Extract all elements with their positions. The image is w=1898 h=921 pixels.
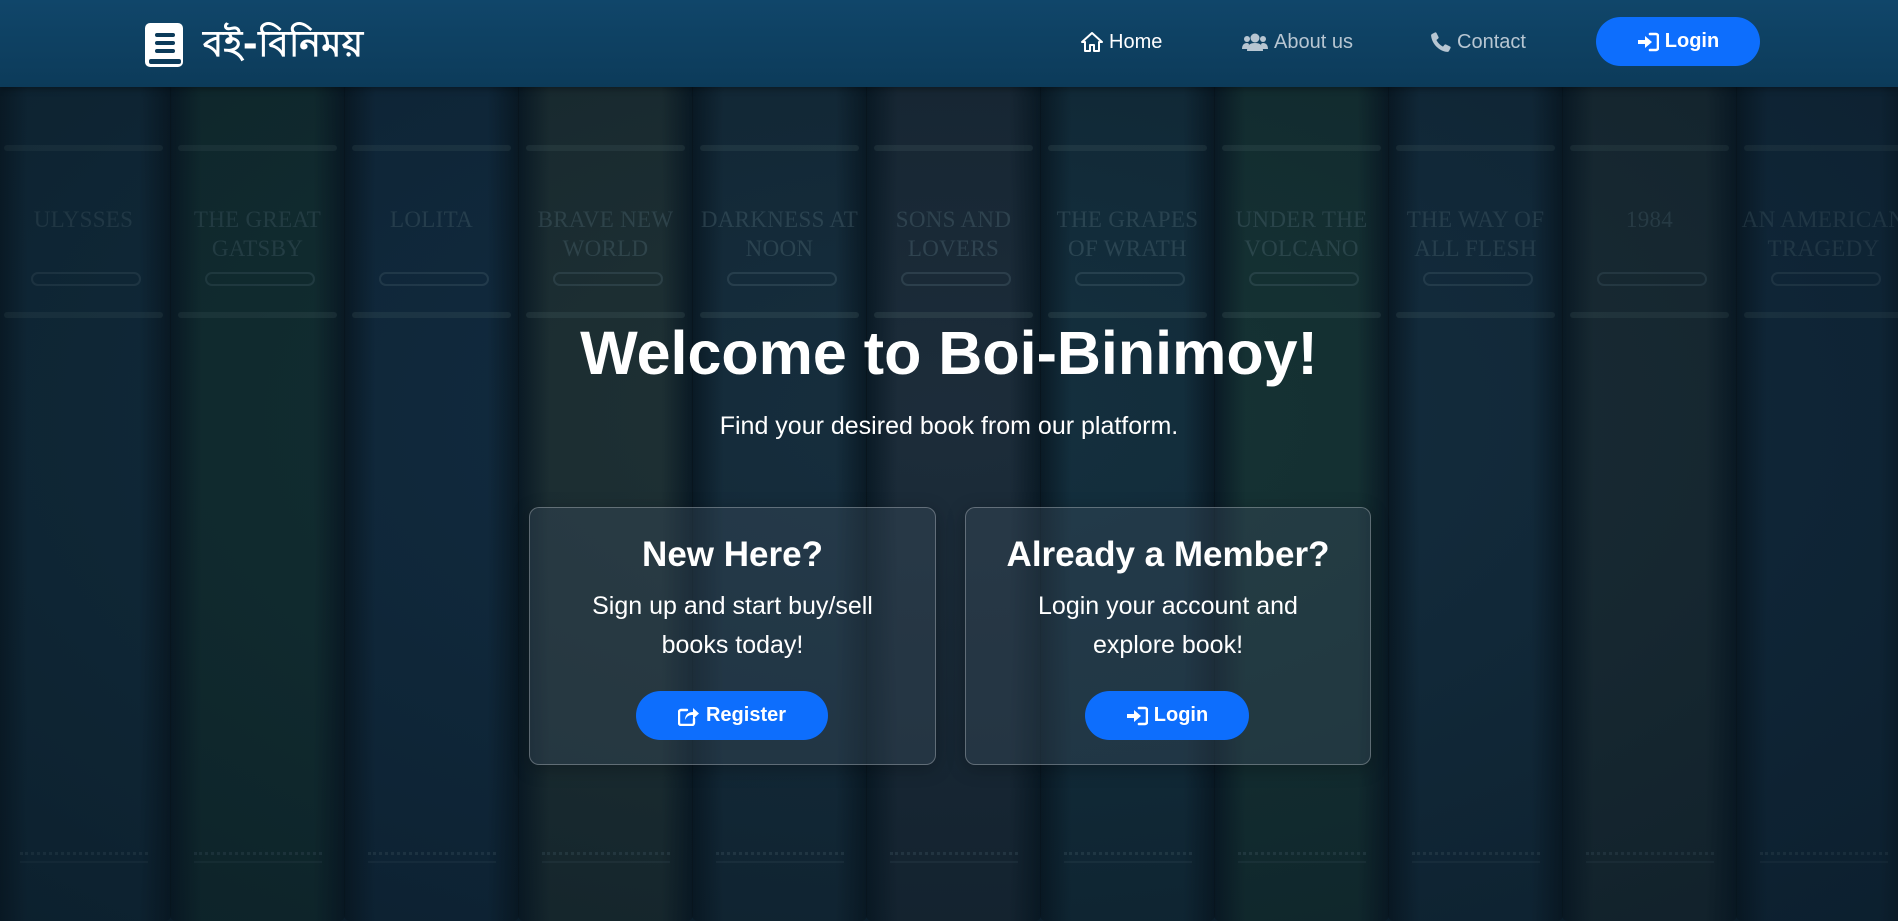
- nav-home-label: Home: [1109, 31, 1163, 53]
- member-card: Already a Member? Login your account and…: [965, 507, 1371, 765]
- card-login-label: Login: [1153, 704, 1209, 726]
- card-login-button[interactable]: Login: [1085, 691, 1249, 740]
- book-icon: [145, 23, 183, 67]
- nav-home-link[interactable]: Home: [1081, 28, 1162, 56]
- register-button[interactable]: Register: [636, 691, 828, 740]
- sign-in-icon: [1126, 706, 1148, 725]
- home-icon: [1081, 32, 1103, 52]
- new-here-card: New Here? Sign up and start buy/sell boo…: [529, 507, 936, 765]
- member-text: Login your account and explore book!: [1038, 592, 1298, 659]
- navbar: বই-বিনিময় Home About us Contact Login: [0, 0, 1898, 87]
- phone-icon: [1431, 32, 1451, 52]
- sign-in-icon: [1637, 32, 1659, 51]
- users-icon: [1242, 33, 1268, 51]
- hero-title: Welcome to Boi-Binimoy!: [580, 319, 1318, 387]
- background-overlay: [0, 0, 1898, 921]
- nav-login-button[interactable]: Login: [1596, 17, 1760, 66]
- register-button-label: Register: [705, 704, 787, 726]
- nav-login-label: Login: [1664, 30, 1720, 52]
- hero-subtitle: Find your desired book from our platform…: [719, 412, 1179, 440]
- brand-text: বই-বিনিময়: [203, 24, 364, 65]
- nav-contact-label: Contact: [1457, 31, 1526, 53]
- brand-logo[interactable]: বই-বিনিময়: [143, 20, 364, 70]
- background-bookshelf: ULYSSESTHE GREAT GATSBYLOLITABRAVE NEW W…: [0, 0, 1898, 921]
- nav-about-label: About us: [1274, 31, 1353, 53]
- member-title: Already a Member?: [1006, 535, 1330, 574]
- new-here-title: New Here?: [642, 535, 823, 574]
- nav-about-link[interactable]: About us: [1242, 28, 1353, 56]
- nav-contact-link[interactable]: Contact: [1431, 28, 1526, 56]
- share-square-icon: [677, 707, 699, 726]
- new-here-text: Sign up and start buy/sell books today!: [592, 592, 873, 659]
